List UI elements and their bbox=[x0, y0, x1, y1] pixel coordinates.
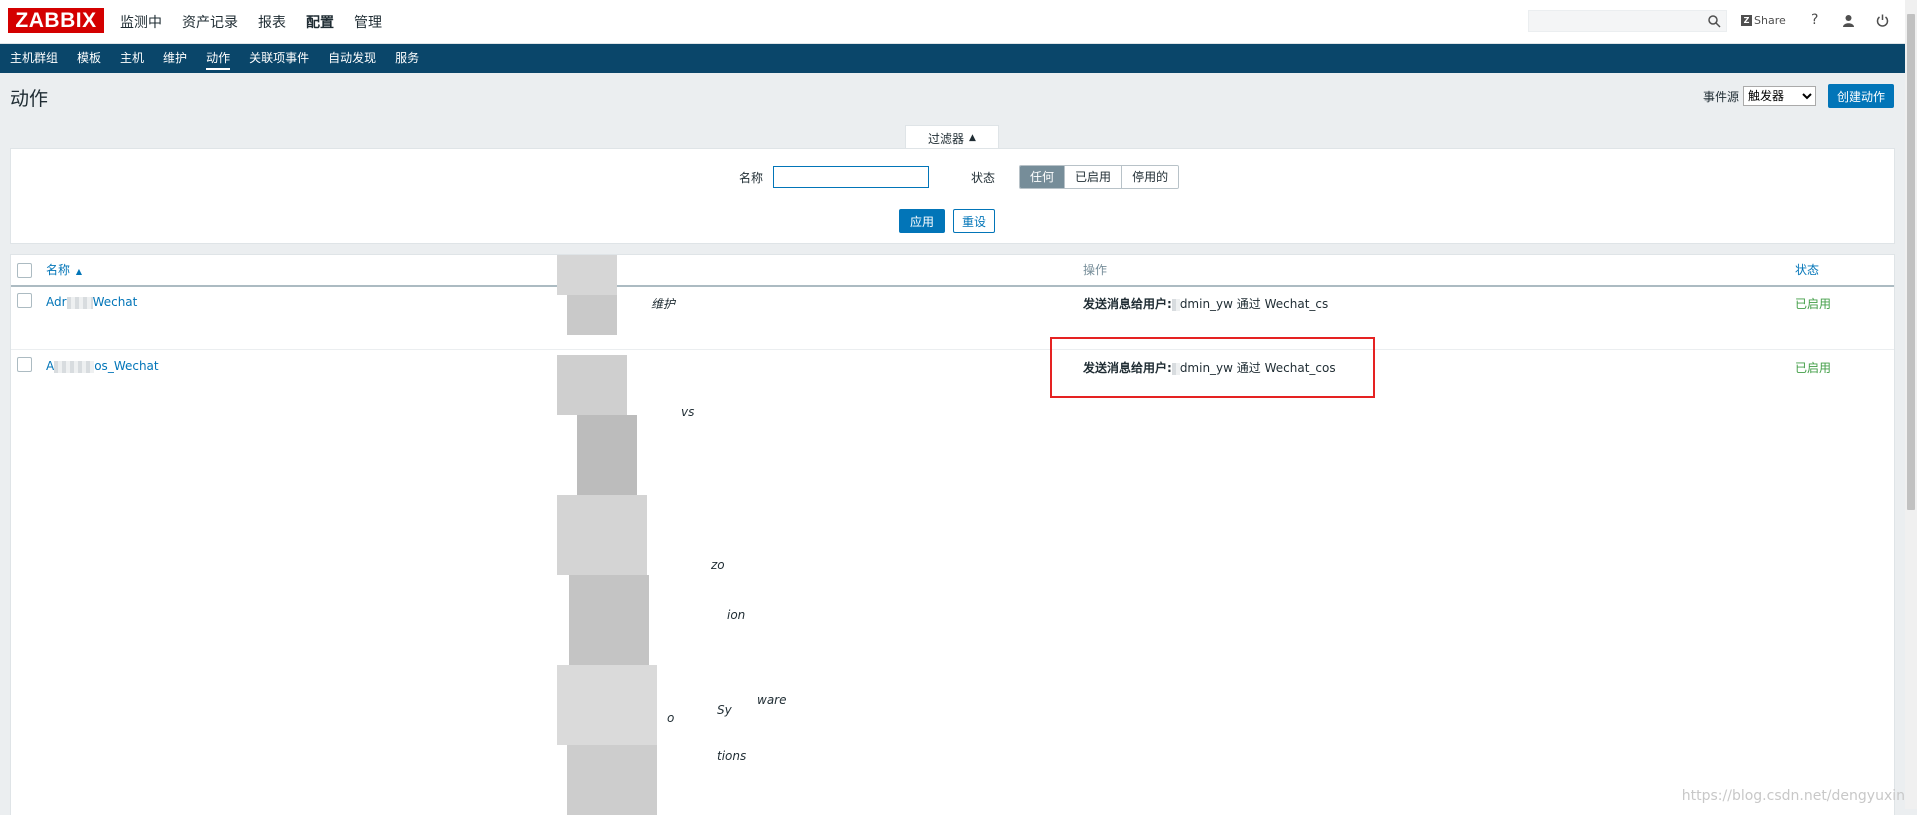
help-icon[interactable]: ? bbox=[1806, 11, 1824, 29]
header-divider bbox=[11, 285, 1894, 287]
top-bar: ZABBIX 监测中 资产记录 报表 配置 管理 Z Share ? bbox=[0, 0, 1917, 44]
subnav-discovery[interactable]: 自动发现 bbox=[328, 44, 376, 73]
menu-item-reports[interactable]: 报表 bbox=[258, 12, 286, 32]
status-option-any[interactable]: 任何 bbox=[1020, 166, 1066, 188]
action-name-link[interactable]: Aos_Wechat bbox=[46, 359, 159, 373]
operation-text: 发送消息给用户: dmin_yw 通过 Wechat_cs bbox=[1083, 295, 1328, 312]
subnav-event-correlation[interactable]: 关联项事件 bbox=[249, 44, 309, 73]
zabbix-share-icon: Z bbox=[1741, 14, 1752, 26]
column-header-operations: 操作 bbox=[1083, 263, 1108, 277]
menu-item-configuration[interactable]: 配置 bbox=[306, 12, 334, 32]
filter-panel: 名称 状态 任何 已启用 停用的 应用 重设 bbox=[10, 148, 1895, 244]
watermark: https://blog.csdn.net/dengyuxin bbox=[1681, 788, 1905, 804]
menu-item-administration[interactable]: 管理 bbox=[354, 12, 382, 32]
action-name-suffix: Wechat bbox=[92, 295, 138, 309]
create-action-button[interactable]: 创建动作 bbox=[1827, 84, 1894, 108]
condition-fragment: o bbox=[667, 711, 675, 725]
actions-table: 名称 ▲ 条件 操作 状态 AdrWechat 维护 发送消息给用户:dmin_… bbox=[10, 254, 1895, 815]
header-controls: 事件源 触发器 创建动作 bbox=[1703, 84, 1894, 108]
operation-detail: dmin_yw 通过 Wechat_cs bbox=[1179, 297, 1329, 311]
global-search bbox=[1528, 10, 1727, 32]
zabbix-logo[interactable]: ZABBIX bbox=[8, 8, 104, 33]
top-icons: Z Share ? bbox=[1741, 9, 1908, 31]
subnav-templates[interactable]: 模板 bbox=[77, 44, 101, 73]
action-name-suffix: os_Wechat bbox=[94, 359, 159, 373]
reset-button[interactable]: 重设 bbox=[953, 209, 996, 233]
filter-buttons: 应用 重设 bbox=[899, 209, 996, 233]
filter-name-label: 名称 bbox=[739, 170, 764, 185]
page-scrollbar[interactable] bbox=[1905, 0, 1917, 809]
select-all-checkbox[interactable] bbox=[17, 263, 32, 278]
status-enabled-link[interactable]: 已启用 bbox=[1795, 295, 1831, 312]
sub-navigation: 主机群组 模板 主机 维护 动作 关联项事件 自动发现 服务 bbox=[0, 44, 1917, 73]
action-name-link[interactable]: Adr Wechat bbox=[46, 295, 137, 309]
row-divider bbox=[11, 349, 1894, 350]
page-title: 动作 bbox=[10, 88, 49, 110]
subnav-host-groups[interactable]: 主机群组 bbox=[10, 44, 58, 73]
search-input[interactable] bbox=[1529, 11, 1707, 29]
condition-fragment: vs bbox=[681, 405, 695, 419]
sort-asc-icon: ▲ bbox=[75, 267, 82, 276]
subnav-services[interactable]: 服务 bbox=[395, 44, 419, 73]
condition-fragment: zo bbox=[711, 558, 725, 572]
menu-item-monitoring[interactable]: 监测中 bbox=[120, 12, 162, 32]
filter-tab-label: 过滤器 bbox=[928, 131, 965, 146]
redacted-text bbox=[1171, 298, 1180, 311]
triangle-up-icon: ▲ bbox=[969, 133, 976, 143]
status-option-enabled[interactable]: 已启用 bbox=[1065, 166, 1123, 188]
event-source-label: 事件源 bbox=[1702, 89, 1739, 104]
status-enabled-link[interactable]: 已启用 bbox=[1795, 359, 1831, 376]
operation-label: 发送消息给用户: bbox=[1083, 297, 1172, 311]
row-checkbox[interactable] bbox=[17, 293, 32, 308]
redacted-text bbox=[66, 296, 93, 309]
condition-fragment: tions bbox=[717, 749, 747, 763]
redacted-text bbox=[54, 360, 95, 373]
action-name-prefix: A bbox=[46, 359, 55, 373]
apply-button[interactable]: 应用 bbox=[899, 209, 946, 233]
subnav-hosts[interactable]: 主机 bbox=[120, 44, 144, 73]
status-segmented-control: 任何 已启用 停用的 bbox=[1019, 165, 1180, 189]
main-menu: 监测中 资产记录 报表 配置 管理 bbox=[120, 0, 402, 43]
subnav-maintenance[interactable]: 维护 bbox=[163, 44, 187, 73]
search-icon[interactable] bbox=[1707, 14, 1721, 28]
filter-row: 名称 状态 任何 已启用 停用的 bbox=[739, 165, 1180, 189]
filter-tab[interactable]: 过滤器 ▲ bbox=[905, 125, 999, 150]
subnav-actions[interactable]: 动作 bbox=[206, 44, 231, 73]
event-source-select[interactable]: 触发器 bbox=[1742, 86, 1816, 106]
user-icon[interactable] bbox=[1840, 11, 1858, 29]
column-header-name-label: 名称 bbox=[46, 263, 71, 277]
scrollbar-thumb[interactable] bbox=[1907, 14, 1915, 510]
share-button[interactable]: Z Share bbox=[1741, 14, 1786, 27]
menu-item-inventory[interactable]: 资产记录 bbox=[182, 12, 238, 32]
status-option-disabled[interactable]: 停用的 bbox=[1122, 166, 1179, 188]
condition-fragment: Sy bbox=[717, 703, 732, 717]
condition-fragment: ion bbox=[727, 608, 746, 622]
condition-fragment: ware bbox=[757, 693, 787, 707]
redacted-conditions: ware Sy o tions ion zo vs bbox=[557, 255, 787, 815]
filter-status-label: 状态 bbox=[971, 170, 996, 185]
share-label: Share bbox=[1754, 13, 1786, 27]
power-icon[interactable] bbox=[1874, 11, 1892, 29]
column-header-status[interactable]: 状态 bbox=[1795, 255, 1819, 285]
highlight-annotation bbox=[1050, 337, 1375, 398]
action-name-prefix: Adr bbox=[46, 295, 67, 309]
column-header-name[interactable]: 名称 ▲ bbox=[46, 255, 82, 285]
row-checkbox[interactable] bbox=[17, 357, 32, 372]
filter-name-input[interactable] bbox=[773, 166, 930, 188]
